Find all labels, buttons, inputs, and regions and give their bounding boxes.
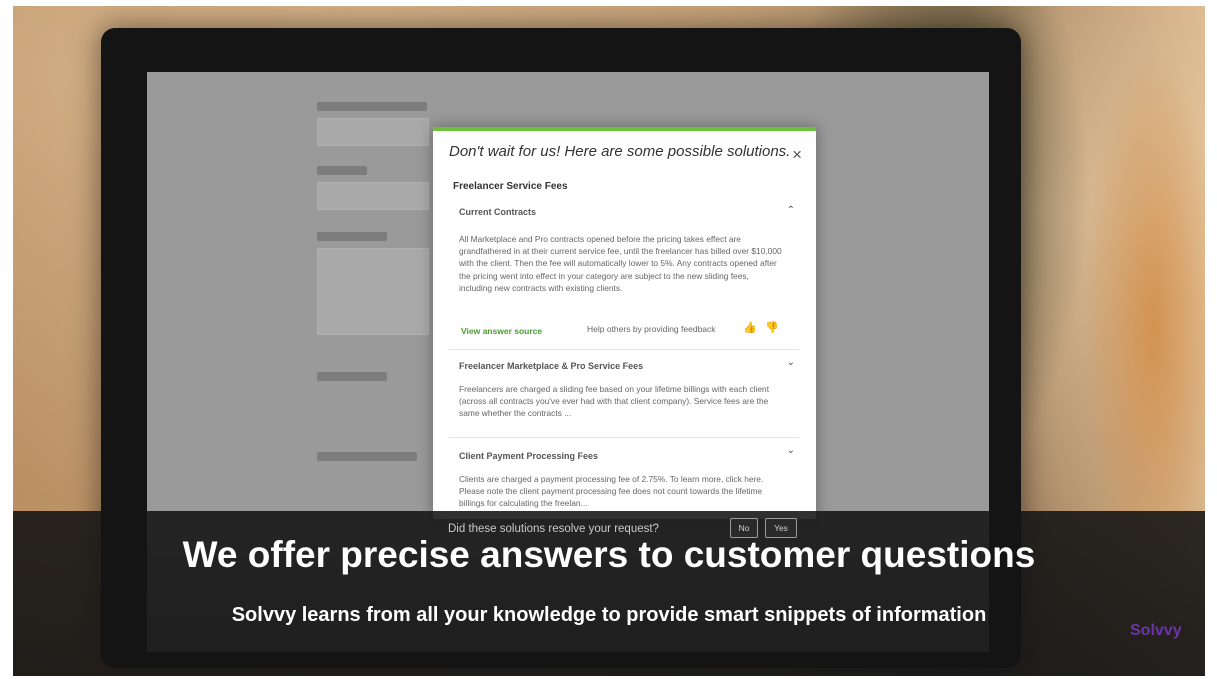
form-label xyxy=(317,452,417,461)
divider xyxy=(449,349,799,350)
article-body: All Marketplace and Pro contracts opened… xyxy=(459,234,782,293)
article-marketplace-fees[interactable]: Freelancer Marketplace & Pro Service Fee… xyxy=(449,357,799,437)
brand-logo: Solvvy xyxy=(1130,622,1182,639)
divider xyxy=(449,437,799,438)
form-label xyxy=(317,232,387,241)
form-label xyxy=(317,166,367,175)
video-frame: Don't wait for us! Here are some possibl… xyxy=(13,6,1205,676)
close-icon[interactable]: × xyxy=(792,145,802,165)
form-label xyxy=(317,372,387,381)
form-label xyxy=(317,102,427,111)
form-textarea xyxy=(317,248,429,335)
section-title: Freelancer Service Fees xyxy=(453,181,568,192)
thumbs-down-icon[interactable]: 👎 xyxy=(765,321,779,334)
modal-heading: Don't wait for us! Here are some possibl… xyxy=(449,143,791,160)
thumbs-up-icon[interactable]: 👍 xyxy=(743,321,757,334)
caption-headline: We offer precise answers to customer que… xyxy=(182,534,1036,575)
feedback-prompt: Help others by providing feedback xyxy=(587,324,716,334)
article-body: Clients are charged a payment processing… xyxy=(459,474,764,509)
article-title[interactable]: Freelancer Marketplace & Pro Service Fee… xyxy=(459,361,643,371)
form-input xyxy=(317,182,429,210)
article-payment-processing[interactable]: Client Payment Processing Fees ⌄ Clients… xyxy=(449,443,799,519)
article-body: Freelancers are charged a sliding fee ba… xyxy=(459,384,770,419)
chevron-down-icon[interactable]: ⌄ xyxy=(787,445,795,456)
article-title[interactable]: Client Payment Processing Fees xyxy=(459,451,598,461)
solutions-modal: Don't wait for us! Here are some possibl… xyxy=(433,127,816,519)
chevron-down-icon[interactable]: ⌄ xyxy=(787,357,795,368)
form-input xyxy=(317,118,429,146)
chevron-up-icon[interactable]: ⌃ xyxy=(787,205,795,216)
caption-subline: Solvvy learns from all your knowledge to… xyxy=(231,604,987,626)
article-current-contracts[interactable]: Current Contracts ⌃ All Marketplace and … xyxy=(449,203,799,373)
article-title[interactable]: Current Contracts xyxy=(459,207,536,217)
view-answer-source-link[interactable]: View answer source xyxy=(461,326,542,336)
